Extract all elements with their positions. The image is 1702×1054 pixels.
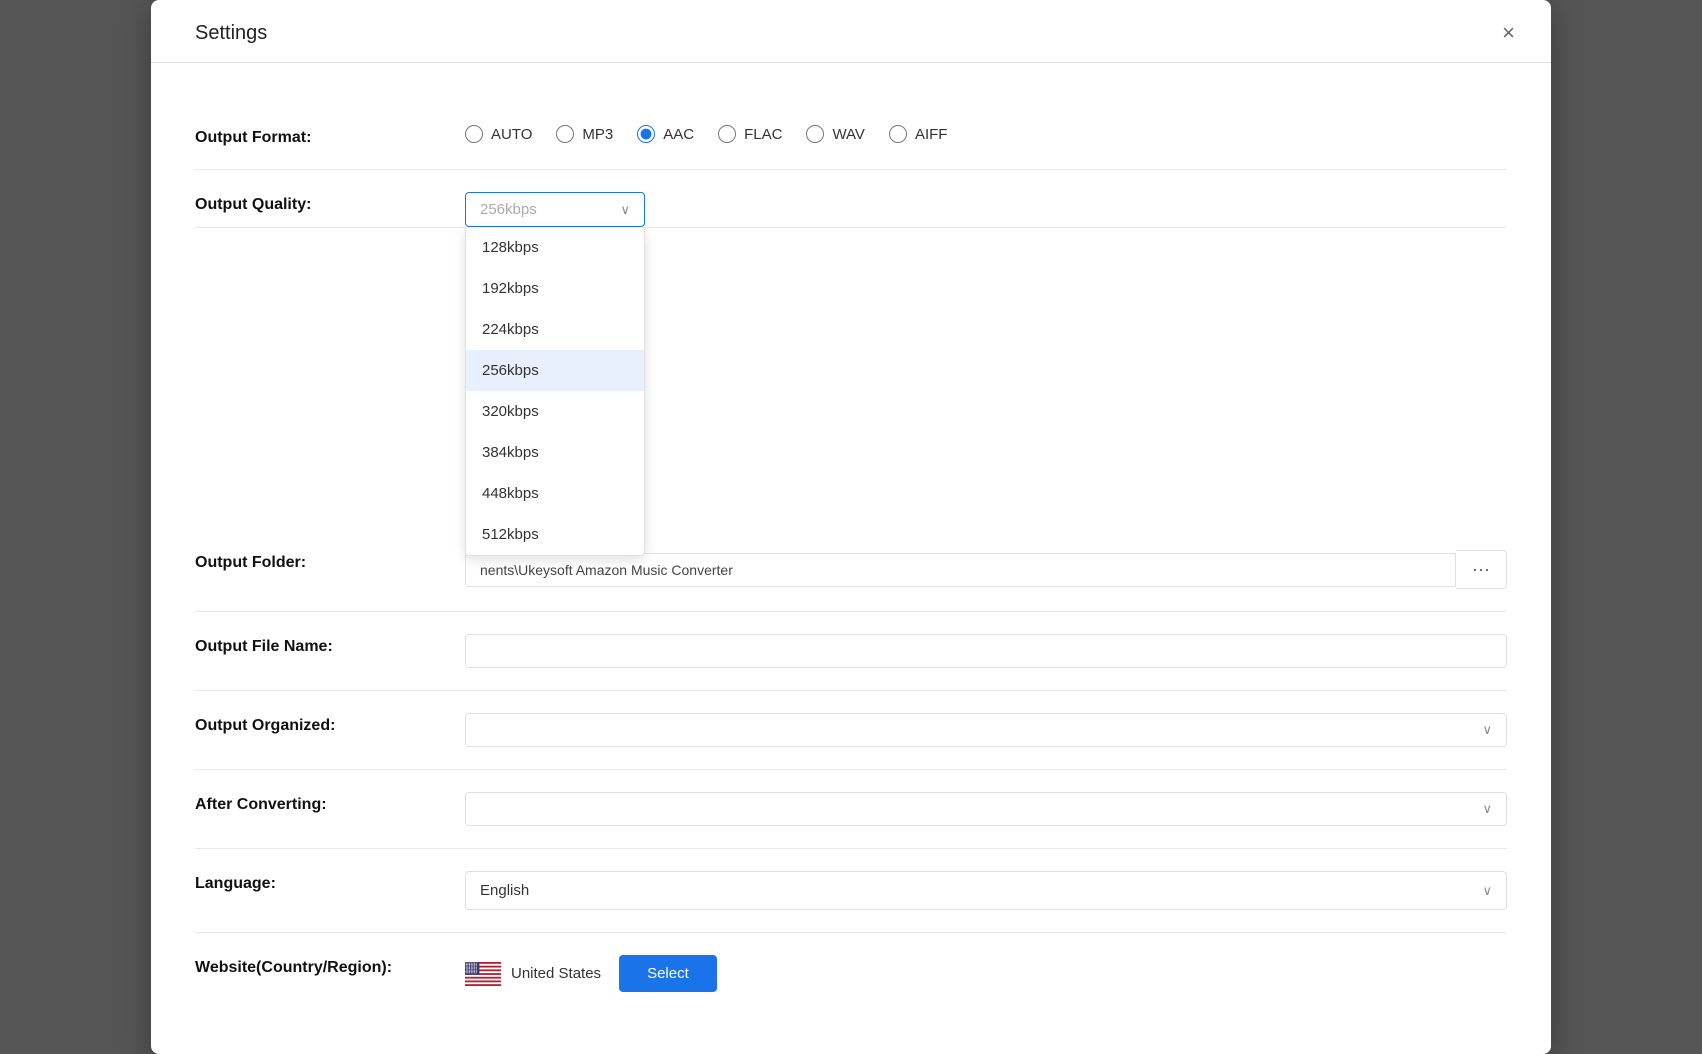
quality-option-192[interactable]: 192kbps (466, 268, 644, 309)
quality-dropdown-menu: 128kbps 192kbps 224kbps 256kbps 320kbps … (465, 227, 645, 556)
format-flac-label: FLAC (744, 126, 782, 143)
format-aiff-radio[interactable] (889, 125, 907, 143)
quality-option-256[interactable]: 256kbps (466, 350, 644, 391)
output-format-row: Output Format: AUTO MP3 AAC FLAC (195, 103, 1507, 170)
output-organized-control: ∨ (465, 713, 1507, 747)
output-folder-row: Output Folder: nents\Ukeysoft Amazon Mus… (195, 528, 1507, 612)
dialog-body: Output Format: AUTO MP3 AAC FLAC (151, 63, 1551, 1054)
dialog-title: Settings (195, 22, 267, 45)
format-mp3[interactable]: MP3 (556, 125, 613, 143)
file-name-input[interactable] (465, 634, 1507, 668)
format-flac-radio[interactable] (718, 125, 736, 143)
format-auto[interactable]: AUTO (465, 125, 532, 143)
language-chevron-icon: ∨ (1482, 883, 1492, 899)
format-aac-radio[interactable] (637, 125, 655, 143)
us-flag-icon (465, 962, 501, 986)
format-mp3-radio[interactable] (556, 125, 574, 143)
quality-option-320[interactable]: 320kbps (466, 391, 644, 432)
website-label: Website(Country/Region): (195, 955, 465, 977)
output-format-controls: AUTO MP3 AAC FLAC WAV (465, 125, 1507, 143)
after-converting-chevron-icon: ∨ (1482, 801, 1492, 817)
website-row: Website(Country/Region): (195, 933, 1507, 1014)
folder-path-display: nents\Ukeysoft Amazon Music Converter (465, 553, 1456, 587)
output-organized-label: Output Organized: (195, 713, 465, 735)
folder-browse-button[interactable]: ··· (1456, 550, 1507, 589)
organized-dropdown[interactable]: ∨ (465, 713, 1507, 747)
format-auto-radio[interactable] (465, 125, 483, 143)
format-wav-radio[interactable] (806, 125, 824, 143)
output-organized-row: Output Organized: ∨ (195, 691, 1507, 770)
dropdown-spacer (195, 228, 1507, 528)
format-flac[interactable]: FLAC (718, 125, 782, 143)
output-quality-control: 256kbps ∨ 128kbps 192kbps 224kbps 256kbp… (465, 192, 1507, 227)
language-row: Language: English ∨ (195, 849, 1507, 933)
quality-option-384[interactable]: 384kbps (466, 432, 644, 473)
language-control: English ∨ (465, 871, 1507, 910)
after-converting-label: After Converting: (195, 792, 465, 814)
settings-dialog: Settings × Output Format: AUTO MP3 AAC (151, 0, 1551, 1054)
format-auto-label: AUTO (491, 126, 532, 143)
format-wav[interactable]: WAV (806, 125, 865, 143)
output-file-name-control (465, 634, 1507, 668)
quality-dropdown-wrapper: 256kbps ∨ 128kbps 192kbps 224kbps 256kbp… (465, 192, 645, 227)
quality-option-448[interactable]: 448kbps (466, 473, 644, 514)
quality-chevron-icon: ∨ (620, 202, 630, 218)
language-value: English (480, 882, 529, 899)
output-quality-label: Output Quality: (195, 192, 465, 214)
select-country-button[interactable]: Select (619, 955, 717, 992)
close-button[interactable]: × (1494, 18, 1523, 48)
output-file-name-row: Output File Name: (195, 612, 1507, 691)
quality-dropdown-trigger[interactable]: 256kbps ∨ (465, 192, 645, 227)
quality-option-128[interactable]: 128kbps (466, 227, 644, 268)
dialog-header: Settings × (151, 0, 1551, 63)
format-wav-label: WAV (832, 126, 865, 143)
after-converting-dropdown[interactable]: ∨ (465, 792, 1507, 826)
country-name: United States (511, 965, 601, 982)
organized-chevron-icon: ∨ (1482, 722, 1492, 738)
quality-option-224[interactable]: 224kbps (466, 309, 644, 350)
quality-option-512[interactable]: 512kbps (466, 514, 644, 555)
output-file-name-label: Output File Name: (195, 634, 465, 656)
after-converting-row: After Converting: ∨ (195, 770, 1507, 849)
output-format-label: Output Format: (195, 125, 465, 147)
language-label: Language: (195, 871, 465, 893)
format-aiff[interactable]: AIFF (889, 125, 948, 143)
website-control: United States Select (465, 955, 1507, 992)
format-aac[interactable]: AAC (637, 125, 694, 143)
quality-selected-value: 256kbps (480, 201, 537, 218)
after-converting-control: ∨ (465, 792, 1507, 826)
format-aac-label: AAC (663, 126, 694, 143)
format-mp3-label: MP3 (582, 126, 613, 143)
format-aiff-label: AIFF (915, 126, 948, 143)
language-dropdown[interactable]: English ∨ (465, 871, 1507, 910)
output-folder-label: Output Folder: (195, 550, 465, 572)
output-quality-row: Output Quality: 256kbps ∨ 128kbps 192kbp… (195, 170, 1507, 228)
